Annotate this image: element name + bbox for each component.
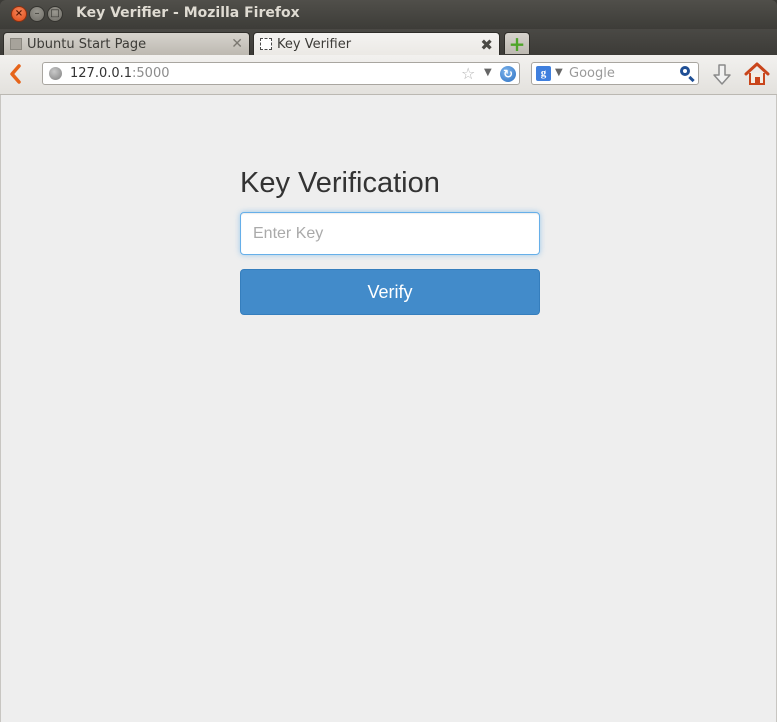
- key-input[interactable]: [240, 212, 540, 255]
- tab-label: Ubuntu Start Page: [27, 36, 147, 52]
- search-input[interactable]: Google: [569, 66, 615, 81]
- navigation-toolbar: 127.0.0.1:5000 ☆ ▼ ↻ g ▼ Google: [0, 55, 777, 95]
- window-maximize-button[interactable]: □: [47, 6, 63, 22]
- page-favicon-icon: [10, 38, 22, 50]
- download-arrow-icon: [713, 64, 731, 85]
- page-content: Key Verification Verify: [0, 95, 777, 722]
- globe-icon: [49, 67, 62, 80]
- window-title: Key Verifier - Mozilla Firefox: [76, 5, 300, 21]
- downloads-button[interactable]: [711, 63, 733, 87]
- tab-ubuntu-start-page[interactable]: Ubuntu Start Page ✕: [3, 32, 250, 55]
- tab-label: Key Verifier: [277, 36, 352, 52]
- close-tab-icon[interactable]: ✕: [231, 36, 243, 52]
- tab-bar: Ubuntu Start Page ✕ Key Verifier ✖ +: [0, 29, 777, 55]
- url-port: :5000: [132, 66, 170, 81]
- google-engine-icon[interactable]: g: [536, 66, 551, 81]
- search-bar[interactable]: g ▼ Google: [531, 62, 699, 85]
- home-icon: [744, 62, 770, 85]
- url-text[interactable]: 127.0.0.1:5000: [70, 66, 170, 81]
- url-bar[interactable]: 127.0.0.1:5000 ☆ ▼ ↻: [42, 62, 520, 85]
- verify-button[interactable]: Verify: [240, 269, 540, 315]
- search-engine-dropdown-icon[interactable]: ▼: [555, 67, 563, 78]
- back-arrow-icon: [10, 64, 21, 84]
- new-tab-button[interactable]: +: [504, 32, 530, 54]
- plus-icon: +: [508, 31, 526, 56]
- bookmark-star-icon[interactable]: ☆: [461, 64, 475, 83]
- reload-icon[interactable]: ↻: [500, 66, 516, 82]
- close-tab-icon[interactable]: ✖: [480, 36, 493, 54]
- back-button[interactable]: [8, 63, 28, 85]
- window-minimize-button[interactable]: –: [29, 6, 45, 22]
- url-host: 127.0.0.1: [70, 66, 133, 81]
- search-icon[interactable]: [680, 66, 690, 76]
- blank-page-favicon-icon: [260, 38, 272, 50]
- home-button[interactable]: [744, 61, 770, 87]
- tab-key-verifier[interactable]: Key Verifier ✖: [253, 32, 500, 55]
- window-titlebar: × – □ Key Verifier - Mozilla Firefox: [0, 0, 777, 29]
- history-dropdown-icon[interactable]: ▼: [484, 67, 492, 78]
- page-title: Key Verification: [240, 167, 440, 199]
- window-close-button[interactable]: ×: [11, 6, 27, 22]
